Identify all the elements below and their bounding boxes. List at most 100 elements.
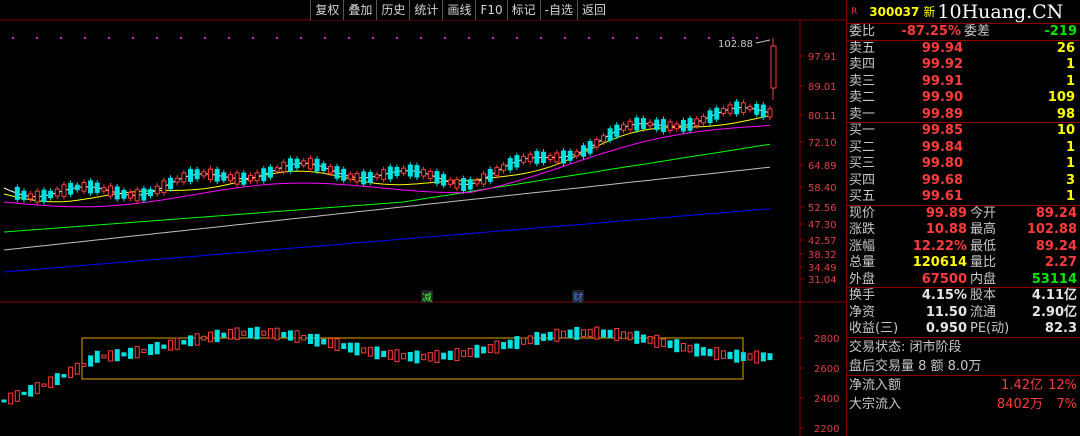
volume-candle [154,342,160,355]
candle-body [314,158,320,172]
volume-candle [101,354,107,359]
ask-row[interactable]: 卖一 99.89 98 [847,107,1080,123]
volume-candle [314,333,320,347]
price-tick-label: 34.49 [808,263,837,274]
f10-button[interactable]: F10 [475,0,507,20]
candle-body [61,184,67,197]
volume-candle [347,342,353,353]
volume-candle [481,346,487,354]
volume-candle [714,347,720,361]
volume-candle [381,350,387,358]
volume-candle [194,333,200,346]
candle-body [727,104,733,114]
bid-row[interactable]: 买三 99.80 1 [847,156,1080,173]
candle-body [447,179,453,185]
dot-marker [108,37,110,39]
candle-body [108,185,114,197]
candle-body [54,188,60,197]
candle-body [128,191,134,199]
volume-candle [207,331,213,343]
mark-button[interactable]: 标记 [506,0,540,20]
volume-candle [88,355,94,367]
candle-body [401,167,407,174]
volume-candle [694,343,700,357]
volume-candle [334,338,340,351]
volume-candle [214,329,220,343]
remove-watchlist-button[interactable]: -自选 [539,0,577,20]
candle-body [574,151,580,157]
volume-candle [667,340,673,349]
restore-rights-button[interactable]: 复权 [310,0,344,20]
candle-body [247,174,253,182]
volume-candle [254,326,260,340]
volume-candle [21,391,27,395]
overlay-button[interactable]: 叠加 [343,0,377,20]
candle-body [28,193,34,200]
block-inflow-row: 大宗流入 8402万 7% [849,396,1077,412]
candle-body [294,158,300,169]
dot-marker [636,37,638,39]
volume-candle [307,333,313,344]
volume-tick-label: 2600 [814,364,839,375]
candle-body [74,184,80,191]
volume-candle [700,347,706,356]
dot-marker [300,37,302,39]
candle-body [687,118,693,131]
candle-body [261,168,267,182]
volume-candle [68,366,74,379]
event-marker: 减 [422,292,432,304]
kline-chart-area[interactable]: 97.91 89.01 80.11 72.10 64.89 58.40 52.56 47.30… [0,0,846,436]
bid-row[interactable]: 买四 99.68 3 [847,173,1080,190]
candle-body [394,166,400,177]
quote-panel: R 300037 新 10Huang.CN 委比 -87.25% 委差 -219… [846,0,1080,436]
event-marker: 财 [573,291,583,304]
candle-body [640,118,646,130]
ask-row[interactable]: 卖三 99.91 1 [847,74,1080,91]
candle-body [287,158,293,172]
candle-body [274,167,280,172]
volume-candle [294,330,300,343]
volume-candle [414,350,420,364]
candle-body [154,185,160,195]
dot-marker [180,37,182,39]
ask-row[interactable]: 卖二 99.90 109 [847,90,1080,107]
ask-row[interactable]: 卖五 99.94 26 [847,41,1080,58]
r-badge: R [851,6,858,17]
volume-candle [407,351,413,362]
last-candle-body [770,45,777,89]
bid-row[interactable]: 买五 99.61 1 [847,189,1080,206]
candle-body [381,169,387,180]
volume-candle [527,335,533,345]
volume-candle [687,344,693,353]
statistics-button[interactable]: 统计 [409,0,443,20]
kline-chart-svg[interactable]: 97.91 89.01 80.11 72.10 64.89 58.40 52.56 47.30… [0,0,846,436]
candle-body [94,182,100,193]
volume-candle [421,353,427,361]
draw-line-button[interactable]: 画线 [442,0,476,20]
volume-candle [128,347,134,359]
history-button[interactable]: 历史 [376,0,410,20]
volume-candle [620,331,626,340]
candle-body [627,120,633,130]
candle-body [174,177,180,183]
volume-candle [367,346,373,357]
quote-row: 涨跌 10.88 最高 102.88 [849,222,1077,237]
ask-row[interactable]: 卖四 99.92 1 [847,57,1080,74]
dot-marker [564,37,566,39]
volume-candle [427,352,433,362]
stock-code[interactable]: 300037 [869,5,919,19]
bid-row[interactable]: 买一 99.85 10 [847,123,1080,140]
candle-body [114,186,120,200]
candle-body [694,118,700,127]
back-button[interactable]: 返回 [576,0,610,20]
candle-body [347,173,353,180]
candle-body [334,166,340,179]
volume-candle [241,330,247,336]
bid-row[interactable]: 买二 99.84 1 [847,140,1080,157]
volume-candle [501,342,507,350]
quote-row: 外盘 67500 内盘 53114 [847,272,1080,288]
price-tick-label: 38.32 [808,250,837,261]
volume-candle [454,348,460,362]
dot-marker [660,37,662,39]
fundamentals-row: 净资 11.50 流通 2.90亿 [849,304,1077,320]
